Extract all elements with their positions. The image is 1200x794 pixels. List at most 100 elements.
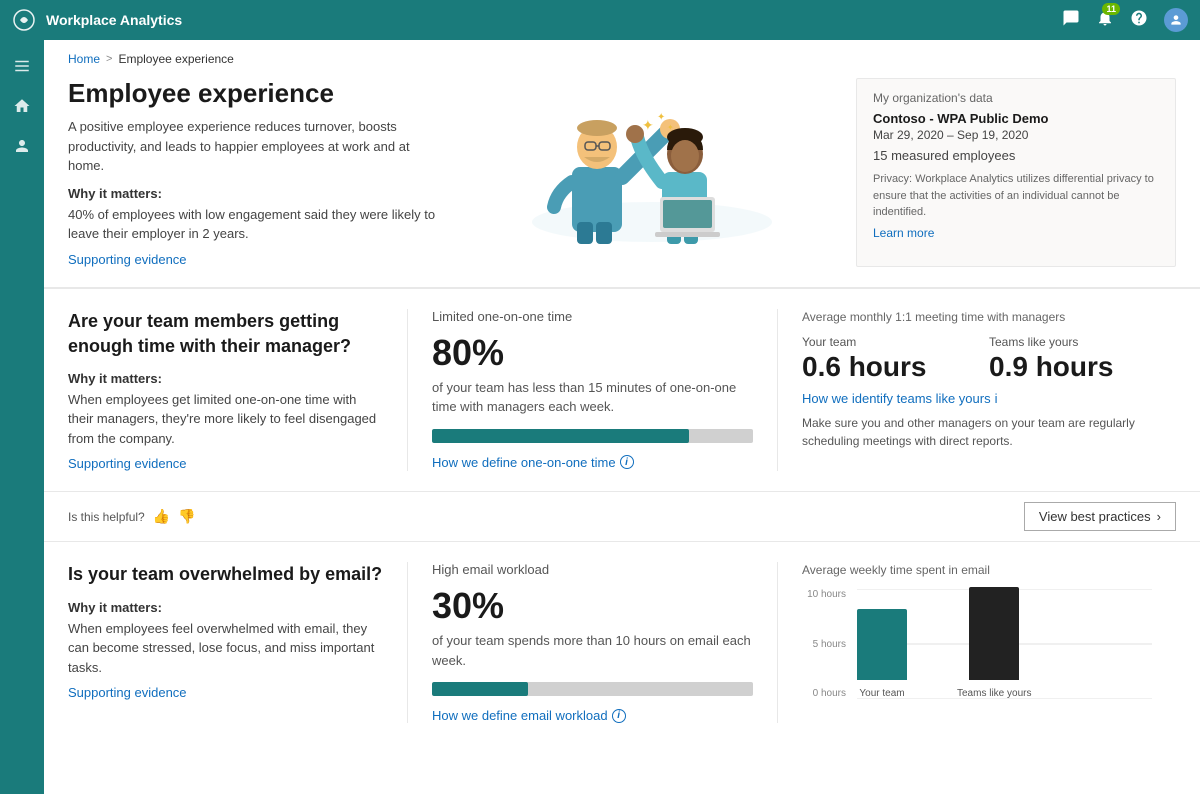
svg-text:✦: ✦ xyxy=(657,112,665,123)
thumbs-down-icon[interactable]: 👎 xyxy=(178,508,195,525)
help-icon[interactable] xyxy=(1130,9,1148,32)
email-info-icon: i xyxy=(612,709,626,723)
card2-right: Average weekly time spent in email 10 ho… xyxy=(778,562,1176,723)
card2-supporting-link[interactable]: Supporting evidence xyxy=(68,685,187,700)
card2-why-label: Why it matters: xyxy=(68,600,383,615)
card2-left: Is your team overwhelmed by email? Why i… xyxy=(68,562,408,723)
card1-comparison-row: Your team 0.6 hours Teams like yours 0.9… xyxy=(802,335,1152,383)
hero-section: Employee experience A positive employee … xyxy=(44,66,1200,288)
insight-card-2-body: Is your team overwhelmed by email? Why i… xyxy=(44,542,1200,743)
card1-supporting-link[interactable]: Supporting evidence xyxy=(68,456,187,471)
page-title: Employee experience xyxy=(68,78,448,109)
y-label-0: 0 hours xyxy=(802,688,846,699)
card2-progress-fill xyxy=(432,682,528,696)
card2-progress-bar xyxy=(432,682,753,696)
why-matters-text: 40% of employees with low engagement sai… xyxy=(68,205,448,244)
breadcrumb-home[interactable]: Home xyxy=(68,52,100,66)
bar-teams-like-label: Teams like yours xyxy=(957,688,1031,699)
helpful-label: Is this helpful? xyxy=(68,510,145,524)
org-employees: 15 measured employees xyxy=(873,148,1159,163)
card1-why-text: When employees get limited one-on-one ti… xyxy=(68,390,383,449)
hero-description: A positive employee experience reduces t… xyxy=(68,117,448,176)
org-name: Contoso - WPA Public Demo xyxy=(873,111,1159,126)
topbar: Workplace Analytics 11 xyxy=(0,0,1200,40)
card2-define-link[interactable]: How we define email workload i xyxy=(432,708,753,723)
main-layout: Home > Employee experience Employee expe… xyxy=(0,40,1200,794)
insight-card-2: Is your team overwhelmed by email? Why i… xyxy=(44,541,1200,743)
sidebar-home-icon[interactable] xyxy=(4,88,40,124)
bar-teams-like-rect xyxy=(969,587,1019,680)
card1-teams-like-yours: Teams like yours 0.9 hours xyxy=(989,335,1152,383)
card1-why-label: Why it matters: xyxy=(68,371,383,386)
chart-bars: Your team Teams like yours xyxy=(857,589,1031,699)
card1-progress-fill xyxy=(432,429,689,443)
card1-stat-desc: of your team has less than 15 minutes of… xyxy=(432,378,753,417)
org-data-panel: My organization's data Contoso - WPA Pub… xyxy=(856,78,1176,267)
learn-more-link[interactable]: Learn more xyxy=(873,226,934,240)
topbar-actions: 11 xyxy=(1062,8,1188,32)
notifications-icon[interactable]: 11 xyxy=(1096,9,1114,32)
insight-card-1-body: Are your team members getting enough tim… xyxy=(44,289,1200,492)
identify-info-icon: i xyxy=(995,391,998,406)
card1-feedback-bar: Is this helpful? 👍 👎 View best practices… xyxy=(44,491,1200,541)
card2-question: Is your team overwhelmed by email? xyxy=(68,562,383,587)
card1-identify-link[interactable]: How we identify teams like yours i xyxy=(802,391,1152,406)
org-date-range: Mar 29, 2020 – Sep 19, 2020 xyxy=(873,128,1159,142)
card2-comparison-title: Average weekly time spent in email xyxy=(802,562,1152,579)
svg-text:✦: ✦ xyxy=(667,123,674,132)
breadcrumb: Home > Employee experience xyxy=(44,40,1200,66)
card1-identify-desc: Make sure you and other managers on your… xyxy=(802,414,1152,450)
card1-left: Are your team members getting enough tim… xyxy=(68,309,408,472)
card1-your-team-label: Your team xyxy=(802,335,965,349)
card1-your-team: Your team 0.6 hours xyxy=(802,335,965,383)
user-avatar[interactable] xyxy=(1164,8,1188,32)
supporting-evidence-link[interactable]: Supporting evidence xyxy=(68,252,187,267)
info-icon: i xyxy=(620,455,634,469)
card1-progress-bar xyxy=(432,429,753,443)
card1-define-link[interactable]: How we define one-on-one time i xyxy=(432,455,753,470)
card2-middle: High email workload 30% of your team spe… xyxy=(408,562,778,723)
app-title: Workplace Analytics xyxy=(46,12,1062,28)
sidebar xyxy=(0,40,44,794)
content-area: Home > Employee experience Employee expe… xyxy=(44,40,1200,794)
card2-stat-label: High email workload xyxy=(432,562,753,577)
card1-stat-label: Limited one-on-one time xyxy=(432,309,753,324)
card2-stat-desc: of your team spends more than 10 hours o… xyxy=(432,631,753,670)
hero-illustration: ✦ ✦ ✦ xyxy=(468,78,836,267)
y-axis-labels: 10 hours 5 hours 0 hours xyxy=(802,589,852,699)
bar-your-team-label: Your team xyxy=(859,688,904,699)
card1-teams-like-value: 0.9 hours xyxy=(989,351,1152,383)
org-privacy-text: Privacy: Workplace Analytics utilizes di… xyxy=(873,171,1159,221)
card1-teams-like-label: Teams like yours xyxy=(989,335,1152,349)
hero-text: Employee experience A positive employee … xyxy=(68,78,448,267)
org-data-title: My organization's data xyxy=(873,91,1159,105)
thumbs-up-icon[interactable]: 👍 xyxy=(153,508,170,525)
feedback-helpful: Is this helpful? 👍 👎 xyxy=(68,508,196,525)
sidebar-person-icon[interactable] xyxy=(4,128,40,164)
card1-your-team-value: 0.6 hours xyxy=(802,351,965,383)
y-label-5: 5 hours xyxy=(802,639,846,650)
chevron-right-icon: › xyxy=(1157,509,1161,524)
sidebar-menu-icon[interactable] xyxy=(4,48,40,84)
svg-text:✦: ✦ xyxy=(642,117,654,133)
breadcrumb-separator: > xyxy=(106,53,112,65)
card1-stat-value: 80% xyxy=(432,332,753,374)
notification-badge: 11 xyxy=(1102,3,1120,15)
bar-teams-like-yours: Teams like yours xyxy=(957,587,1031,699)
chat-icon[interactable] xyxy=(1062,9,1080,32)
bar-your-team: Your team xyxy=(857,609,907,699)
y-label-10: 10 hours xyxy=(802,589,846,600)
app-logo-icon xyxy=(12,8,36,32)
card1-middle: Limited one-on-one time 80% of your team… xyxy=(408,309,778,472)
breadcrumb-current: Employee experience xyxy=(118,52,233,66)
card2-stat-value: 30% xyxy=(432,585,753,627)
main-content: Home > Employee experience Employee expe… xyxy=(44,40,1200,794)
bar-your-team-rect xyxy=(857,609,907,680)
bar-chart-container: 10 hours 5 hours 0 hours xyxy=(802,589,1152,719)
insight-card-1: Are your team members getting enough tim… xyxy=(44,288,1200,542)
card2-why-text: When employees feel overwhelmed with ema… xyxy=(68,619,383,678)
view-best-practices-button[interactable]: View best practices › xyxy=(1024,502,1176,531)
card1-question: Are your team members getting enough tim… xyxy=(68,309,383,359)
card1-comparison-title: Average monthly 1:1 meeting time with ma… xyxy=(802,309,1152,326)
card1-right: Average monthly 1:1 meeting time with ma… xyxy=(778,309,1176,472)
